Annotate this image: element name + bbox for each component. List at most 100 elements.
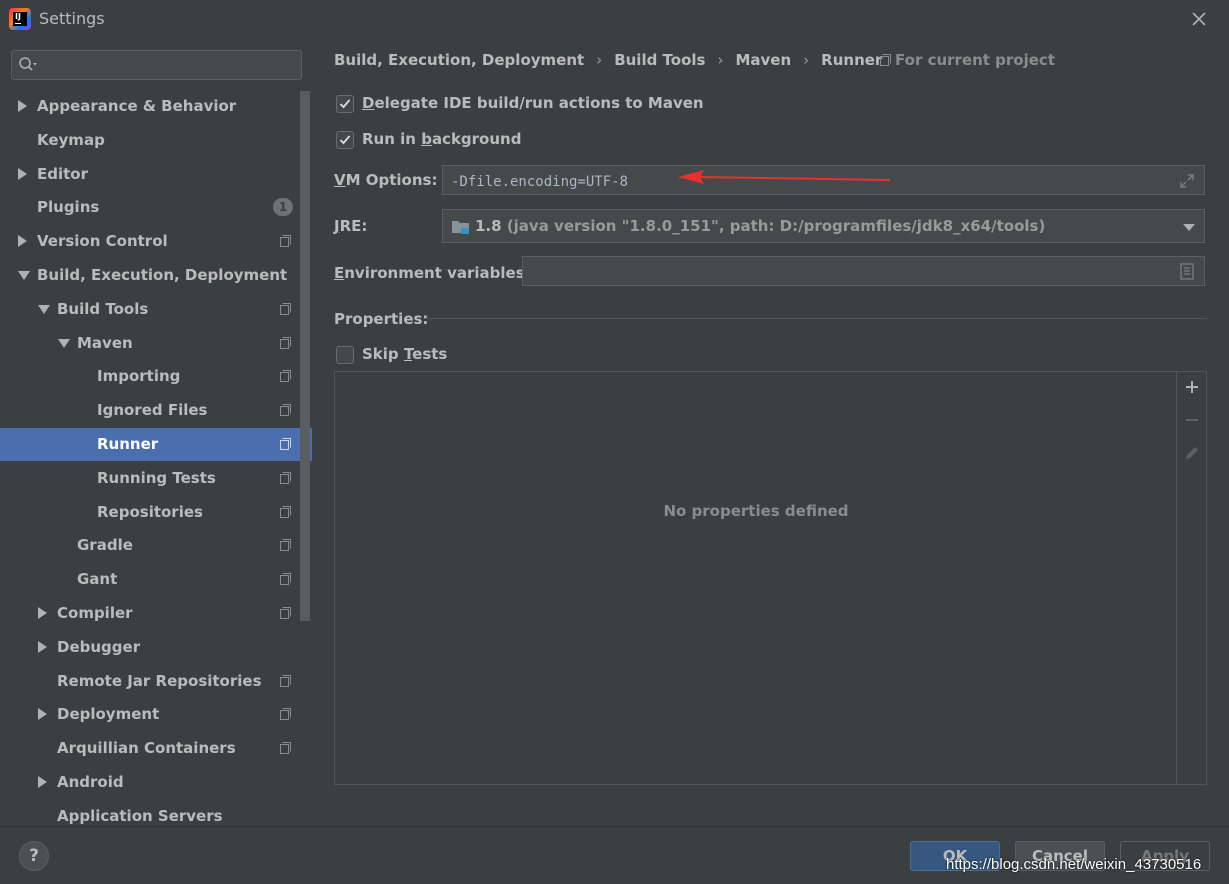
intellij-logo-icon: IJ: [9, 8, 31, 30]
help-button[interactable]: ?: [19, 841, 49, 871]
expand-icon[interactable]: [1178, 172, 1196, 190]
collapse-arrow-icon[interactable]: [18, 100, 27, 112]
breadcrumb-item: Build, Execution, Deployment: [334, 51, 585, 69]
collapse-arrow-icon[interactable]: [38, 776, 47, 788]
delegate-label: Delegate IDE build/run actions to Maven: [362, 94, 704, 112]
runner-settings-panel: Build, Execution, Deployment › Build Tools…: [312, 38, 1229, 826]
checkmark-icon: [339, 135, 351, 145]
sidebar-item-label: Plugins: [37, 198, 100, 217]
collapse-arrow-icon[interactable]: [18, 235, 27, 248]
sidebar-scrollbar[interactable]: [300, 91, 310, 621]
skip-tests-option[interactable]: Skip Tests: [336, 345, 456, 367]
sidebar-item-label: Keymap: [37, 130, 105, 149]
checkmark-icon: [339, 99, 351, 109]
sidebar-item-label: Gradle: [77, 536, 133, 555]
expand-arrow-icon[interactable]: [58, 338, 70, 348]
window-title: Settings: [39, 9, 105, 28]
collapse-arrow-icon[interactable]: [38, 708, 47, 721]
background-checkbox[interactable]: [336, 131, 354, 149]
collapse-arrow-icon[interactable]: [38, 640, 47, 653]
vm-options-label: VM Options:: [334, 171, 438, 189]
chevron-down-icon: [1183, 224, 1195, 231]
sidebar-item-build-tools[interactable]: Build Tools: [0, 293, 312, 326]
skip-tests-label: Skip Tests: [362, 345, 448, 363]
sidebar-item-label: Deployment: [57, 705, 160, 724]
sidebar-item-label: Build, Execution, Deployment: [37, 266, 288, 284]
properties-table[interactable]: No properties defined: [334, 371, 1207, 785]
remove-icon[interactable]: [1183, 411, 1201, 429]
sidebar-item-keymap[interactable]: Keymap: [0, 124, 312, 157]
sidebar-item-label: Android: [57, 773, 124, 791]
scope-text: For current project: [895, 51, 1055, 69]
collapse-arrow-icon[interactable]: [38, 607, 47, 619]
sidebar-item-runner[interactable]: Runner: [0, 428, 312, 461]
sidebar-item-deployment[interactable]: Deployment: [0, 698, 312, 731]
sidebar-item-editor[interactable]: Editor: [0, 158, 312, 191]
expand-arrow-icon[interactable]: [38, 304, 50, 314]
skip-tests-checkbox[interactable]: [336, 346, 354, 364]
project-scope-icon: [880, 54, 891, 66]
properties-toolbar: [1176, 372, 1206, 784]
sidebar-item-label: Gant: [77, 570, 118, 589]
sidebar-item-label: Runner: [97, 435, 159, 453]
env-vars-field[interactable]: [522, 256, 1205, 286]
search-input[interactable]: [44, 55, 294, 75]
collapse-arrow-icon[interactable]: [18, 167, 27, 180]
env-vars-label: Environment variables:: [334, 264, 531, 282]
settings-search[interactable]: [11, 50, 302, 80]
delegate-checkbox[interactable]: [336, 95, 354, 113]
project-scope-icon: [280, 235, 291, 248]
sidebar-item-android[interactable]: Android: [0, 766, 312, 799]
sidebar-item-label: Debugger: [57, 637, 141, 656]
close-icon[interactable]: [1189, 9, 1209, 29]
jre-selected-value: 1.8 (java version "1.8.0_151", path: D:/…: [475, 217, 1046, 235]
breadcrumb-item: Build Tools: [614, 51, 706, 69]
browse-icon[interactable]: [1180, 263, 1194, 280]
project-scope-icon: [280, 404, 291, 417]
annotation-arrow-icon: [678, 170, 891, 184]
scope-label: For current project: [880, 51, 1055, 69]
watermark-text: https://blog.csdn.net/weixin_43730516: [946, 856, 1202, 873]
search-icon: [19, 57, 37, 71]
edit-icon[interactable]: [1183, 444, 1201, 462]
project-scope-icon: [280, 708, 291, 721]
project-scope-icon: [280, 370, 291, 383]
sidebar-item-running-tests[interactable]: Running Tests: [0, 462, 312, 495]
breadcrumb-separator: ›: [596, 51, 603, 69]
jdk-folder-icon: [452, 221, 469, 234]
sidebar-item-label: Version Control: [37, 232, 168, 251]
sidebar-item-version-control[interactable]: Version Control: [0, 225, 312, 258]
sidebar-item-gant[interactable]: Gant: [0, 563, 312, 596]
sidebar-item-label: Arquillian Containers: [57, 739, 236, 758]
project-scope-icon: [280, 674, 291, 687]
jre-label: JRE:: [334, 217, 368, 235]
jre-dropdown[interactable]: 1.8 (java version "1.8.0_151", path: D:/…: [442, 209, 1205, 243]
add-icon[interactable]: [1183, 378, 1201, 396]
sidebar-item-label: Ignored Files: [97, 401, 208, 420]
sidebar-item-compiler[interactable]: Compiler: [0, 597, 312, 630]
sidebar-item-remote-jar-repositories[interactable]: Remote Jar Repositories: [0, 665, 312, 698]
project-scope-icon: [280, 539, 291, 552]
project-scope-icon: [280, 607, 291, 619]
expand-arrow-icon[interactable]: [18, 271, 30, 280]
run-in-background-option[interactable]: Run in background: [336, 130, 536, 152]
sidebar-item-importing[interactable]: Importing: [0, 360, 312, 393]
project-scope-icon: [280, 742, 291, 755]
settings-tree: Appearance & Behavior Keymap Editor Plugins…: [0, 90, 312, 826]
properties-title: Properties:: [334, 310, 429, 328]
sidebar-item-arquillian-containers[interactable]: Arquillian Containers: [0, 732, 312, 765]
delegate-to-maven-option[interactable]: Delegate IDE build/run actions to Maven: [336, 94, 704, 116]
sidebar-item-gradle[interactable]: Gradle: [0, 529, 312, 562]
sidebar-item-repositories[interactable]: Repositories: [0, 496, 312, 529]
update-count-badge: 1: [273, 198, 293, 217]
sidebar-item-appearance-behavior[interactable]: Appearance & Behavior: [0, 90, 312, 123]
sidebar-item-debugger[interactable]: Debugger: [0, 631, 312, 664]
project-scope-icon: [280, 438, 291, 450]
sidebar-item-plugins[interactable]: Plugins 1: [0, 191, 312, 224]
sidebar-item-build-execution-deployment[interactable]: Build, Execution, Deployment: [0, 259, 312, 292]
sidebar-item-label: Maven: [77, 333, 133, 352]
background-label: Run in background: [362, 130, 522, 148]
breadcrumb-separator: ›: [803, 51, 810, 69]
sidebar-item-maven[interactable]: Maven: [0, 327, 312, 360]
sidebar-item-ignored-files[interactable]: Ignored Files: [0, 394, 312, 427]
